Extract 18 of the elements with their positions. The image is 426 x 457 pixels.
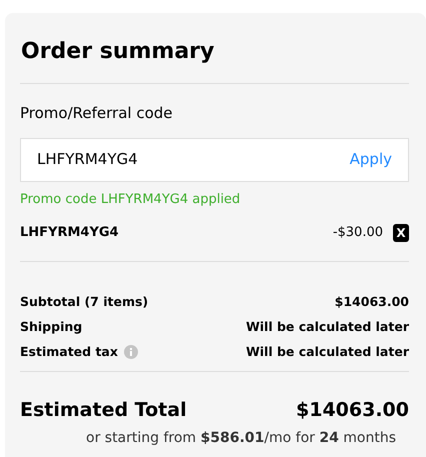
summary-label: Shipping <box>20 318 82 336</box>
summary-title: Order summary <box>21 41 216 63</box>
discount-amount: -$30.00 <box>332 224 383 242</box>
total-label: Estimated Total <box>20 398 187 422</box>
promo-field[interactable]: LHFYRM4YG4 Apply <box>20 138 409 182</box>
summary-label: Estimated tax <box>20 342 118 361</box>
summary-value: Will be calculated later <box>246 318 409 336</box>
financing-text: or starting from $586.01/mo for 24 months <box>85 429 398 448</box>
summary-value: $14063.00 <box>334 292 409 311</box>
total-value: $14063.00 <box>296 398 409 422</box>
summary-label: Subtotal (7 items) <box>20 292 148 311</box>
summary-value: Will be calculated later <box>246 342 409 361</box>
promo-message: Promo code LHFYRM4YG4 applied <box>20 190 242 208</box>
applied-code: LHFYRM4YG4 <box>20 224 119 242</box>
promo-input[interactable]: LHFYRM4YG4 <box>37 148 138 171</box>
info-icon[interactable] <box>124 345 138 359</box>
remove-button[interactable]: X <box>393 224 409 242</box>
promo-label: Promo/Referral code <box>20 103 174 124</box>
